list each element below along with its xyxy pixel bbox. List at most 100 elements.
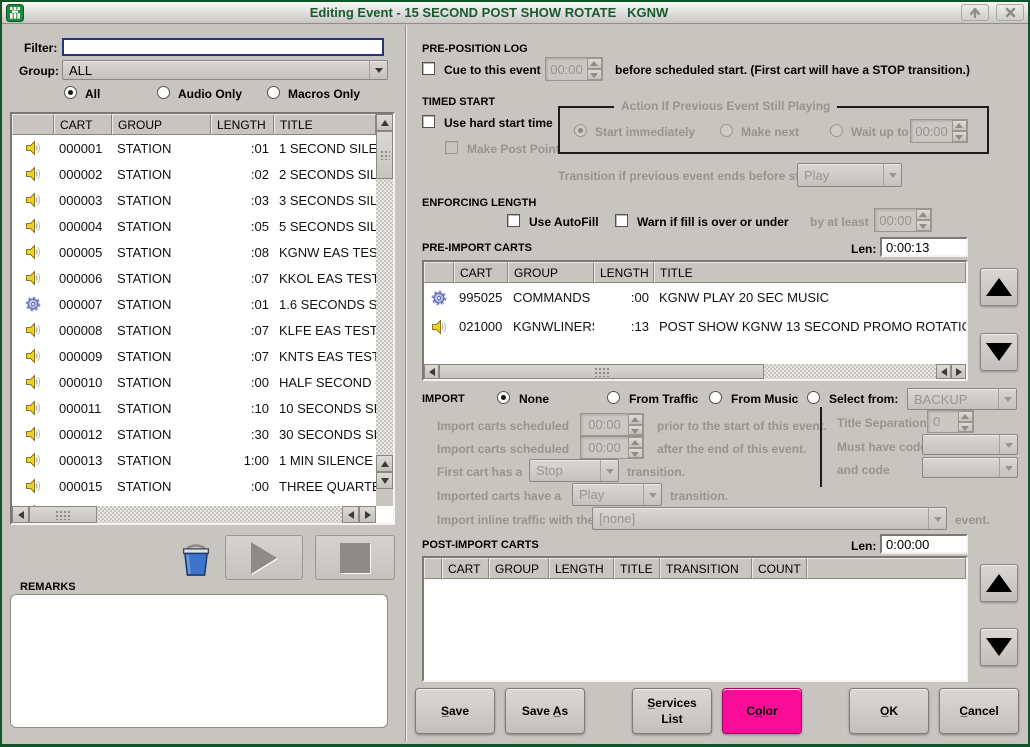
play-button[interactable] [225, 535, 303, 580]
wait-time-spinner[interactable]: 00:00 [910, 119, 968, 143]
table-row[interactable]: 000007STATION:011.6 SECONDS SIL [12, 291, 376, 317]
remarks-textarea[interactable] [10, 594, 388, 728]
table-row[interactable]: 000004STATION:055 SECONDS SILEN [12, 213, 376, 239]
post-import-len-value[interactable]: 0:00:00 [880, 534, 968, 554]
spin-up-icon[interactable] [958, 411, 973, 422]
scroll-up-icon[interactable] [376, 455, 393, 472]
column-header-length[interactable]: LENGTH [594, 262, 654, 283]
inline-traffic-select[interactable]: [none] [592, 507, 947, 530]
radio-import-music[interactable] [709, 391, 722, 404]
column-header-icon[interactable] [12, 114, 54, 135]
shade-button[interactable] [961, 4, 989, 21]
pre-import-hscrollbar[interactable] [424, 364, 966, 379]
column-header-title[interactable]: TITLE [654, 262, 966, 283]
radio-make-next[interactable] [720, 124, 733, 137]
column-header-cart[interactable]: CART [54, 114, 112, 135]
cart-list-vscrollbar[interactable] [376, 114, 393, 506]
table-row[interactable]: 000008STATION:07KLFE EAS TEST IN [12, 317, 376, 343]
spin-down-icon[interactable] [628, 448, 643, 459]
column-header-cart[interactable]: CART [454, 262, 508, 283]
column-header-length[interactable]: LENGTH [211, 114, 274, 135]
close-button[interactable] [996, 4, 1024, 21]
cart-list-header[interactable]: CART GROUP LENGTH TITLE [12, 114, 393, 135]
pre-import-len-value[interactable]: 0:00:13 [880, 237, 968, 257]
scroll-down-icon[interactable] [376, 472, 393, 489]
must-have-code-select[interactable] [922, 434, 1018, 455]
spin-down-icon[interactable] [916, 220, 931, 231]
save-button[interactable]: S̲ave [415, 688, 495, 734]
spin-down-icon[interactable] [587, 69, 602, 80]
scroll-right-icon[interactable] [951, 364, 966, 379]
column-header-title[interactable]: TITLE [614, 558, 660, 579]
spin-up-icon[interactable] [628, 437, 643, 448]
scroll-up-icon[interactable] [376, 114, 393, 131]
radio-import-select-from[interactable] [807, 391, 820, 404]
and-code-select[interactable] [922, 457, 1018, 478]
hscroll-thumb[interactable] [29, 506, 97, 523]
table-row[interactable]: 000006STATION:07KKOL EAS TEST IN [12, 265, 376, 291]
hscroll-thumb[interactable] [439, 364, 764, 379]
column-header-transition[interactable]: TRANSITION [660, 558, 752, 579]
table-row[interactable]: 000009STATION:07KNTS EAS TEST IN [12, 343, 376, 369]
post-import-body[interactable] [424, 579, 966, 680]
table-row[interactable]: 000015STATION:00THREE QUARTER [12, 473, 376, 499]
spin-up-icon[interactable] [952, 120, 967, 131]
use-autofill-checkbox[interactable] [507, 214, 520, 227]
radio-audio-only[interactable] [157, 86, 170, 99]
radio-all[interactable] [64, 86, 77, 99]
warn-time-spinner[interactable]: 00:00 [874, 208, 932, 232]
spin-up-icon[interactable] [587, 58, 602, 69]
select-from-select[interactable]: BACKUP [907, 388, 1017, 410]
table-row[interactable]: 000005STATION:08KGNW EAS TEST [12, 239, 376, 265]
radio-import-traffic[interactable] [607, 391, 620, 404]
spin-down-icon[interactable] [958, 422, 973, 433]
post-import-header[interactable]: CART GROUP LENGTH TITLE TRANSITION COUNT [424, 558, 966, 579]
ok-button[interactable]: O̲K [849, 688, 929, 734]
imported-carts-transition-select[interactable]: Play [572, 483, 662, 506]
column-header-length[interactable]: LENGTH [549, 558, 614, 579]
vscroll-thumb[interactable] [376, 131, 393, 179]
table-row[interactable]: 995025COMMANDS:00KGNW PLAY 20 SEC MUSIC [424, 283, 966, 312]
cancel-button[interactable]: C̲ancel [939, 688, 1019, 734]
radio-macros-only[interactable] [267, 86, 280, 99]
make-post-point-checkbox[interactable] [445, 141, 458, 154]
table-row[interactable]: 000013STATION1:001 MIN SILENCE [12, 447, 376, 473]
color-button[interactable]: Co̲lor [722, 688, 802, 734]
radio-import-none[interactable] [497, 391, 510, 404]
column-header-count[interactable]: COUNT [752, 558, 807, 579]
scroll-left-icon[interactable] [12, 506, 29, 523]
cart-list-body[interactable]: 000001STATION:011 SECOND SILEN000002STAT… [12, 135, 376, 506]
column-header-cart[interactable]: CART [442, 558, 489, 579]
cue-time-spinner[interactable]: 00:00 [545, 57, 603, 81]
radio-wait-up-to[interactable] [830, 124, 843, 137]
cart-list-hscrollbar[interactable] [12, 506, 376, 523]
column-header-group[interactable]: GROUP [112, 114, 211, 135]
table-row[interactable]: 000001STATION:011 SECOND SILEN [12, 135, 376, 161]
pre-import-move-up-button[interactable] [980, 268, 1018, 306]
column-header-title[interactable]: TITLE [274, 114, 376, 135]
post-import-move-down-button[interactable] [980, 628, 1018, 666]
post-import-move-up-button[interactable] [980, 564, 1018, 602]
group-select[interactable]: ALL [62, 60, 388, 80]
table-row[interactable] [12, 499, 376, 506]
filter-input[interactable] [62, 38, 384, 56]
spin-up-icon[interactable] [628, 414, 643, 425]
table-row[interactable]: 000002STATION:022 SECONDS SILEN [12, 161, 376, 187]
warn-fill-checkbox[interactable] [615, 214, 628, 227]
radio-start-immediately[interactable] [574, 124, 587, 137]
scroll-right-icon[interactable] [359, 506, 376, 523]
column-header-group[interactable]: GROUP [508, 262, 594, 283]
column-header-icon[interactable] [424, 262, 454, 283]
table-row[interactable]: 021000KGNWLINERS:13POST SHOW KGNW 13 SEC… [424, 312, 966, 341]
scroll-left-icon[interactable] [424, 364, 439, 379]
spin-down-icon[interactable] [952, 131, 967, 142]
table-row[interactable]: 000012STATION:3030 SECONDS SILE [12, 421, 376, 447]
title-separation-spinner[interactable]: 0 [927, 410, 974, 433]
first-cart-transition-select[interactable]: Stop [529, 459, 619, 482]
table-row[interactable]: 000003STATION:033 SECONDS SILEN [12, 187, 376, 213]
save-as-button[interactable]: Save A̲s [505, 688, 585, 734]
pre-import-header[interactable]: CART GROUP LENGTH TITLE [424, 262, 966, 283]
table-row[interactable]: 000011STATION:1010 SECONDS SILE [12, 395, 376, 421]
spin-down-icon[interactable] [628, 425, 643, 436]
pre-import-body[interactable]: 995025COMMANDS:00KGNW PLAY 20 SEC MUSIC0… [424, 283, 966, 364]
